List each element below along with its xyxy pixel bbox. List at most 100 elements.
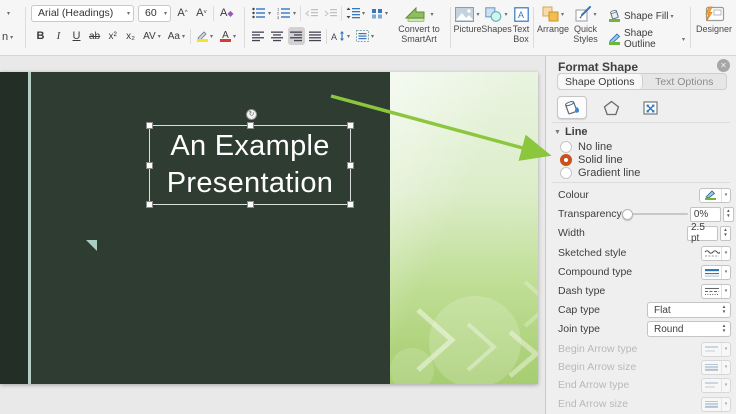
sketched-style-dropdown[interactable]: ▾ xyxy=(701,245,731,261)
font-size-select[interactable]: 60 ▾ xyxy=(138,4,171,22)
join-type-row: Join type Round ▲ ▼ xyxy=(558,321,731,337)
resize-handle-s[interactable] xyxy=(247,201,254,208)
transparency-slider[interactable] xyxy=(621,208,688,220)
increase-indent-button[interactable] xyxy=(322,4,339,22)
designer-button[interactable]: Designer xyxy=(694,0,734,55)
dash-type-row: Dash type ▾ xyxy=(558,283,731,299)
subscript-button[interactable]: x₂ xyxy=(123,27,138,45)
rotation-handle[interactable]: ↻ xyxy=(246,109,257,120)
picture-button[interactable]: ▾ Picture xyxy=(454,0,482,55)
title-text-box[interactable]: An Example Presentation ↻ xyxy=(146,109,354,208)
text-box-label: Text Box xyxy=(512,24,530,45)
radio-solid-line[interactable]: Solid line xyxy=(560,153,623,166)
text-direction-button[interactable]: A ▾ xyxy=(329,27,352,45)
transparency-row: Transparency 0% ▲ ▼ xyxy=(558,206,734,222)
colour-picker-button[interactable]: ▾ xyxy=(699,187,731,203)
bold-button[interactable]: B xyxy=(33,27,48,45)
cap-type-select[interactable]: Flat ▲ ▼ xyxy=(647,302,731,318)
resize-handle-ne[interactable] xyxy=(347,122,354,129)
join-type-select[interactable]: Round ▲ ▼ xyxy=(647,321,731,337)
tab-text-options[interactable]: Text Options xyxy=(643,74,727,89)
align-left-icon xyxy=(252,31,264,41)
end-arrow-type-dropdown[interactable]: ▾ xyxy=(701,377,731,393)
align-right-button[interactable] xyxy=(288,27,305,45)
line-section-header[interactable]: ▼ Line xyxy=(554,126,588,138)
size-properties-tab-button[interactable] xyxy=(635,96,665,119)
join-type-label: Join type xyxy=(558,323,601,335)
font-name-select[interactable]: Arial (Headings) ▾ xyxy=(31,4,134,22)
italic-button[interactable]: I xyxy=(51,27,66,45)
strikethrough-button[interactable]: ab xyxy=(87,27,102,45)
line-spacing-button[interactable]: ▾ xyxy=(344,4,367,22)
radio-selected-icon xyxy=(560,153,572,166)
transparency-stepper[interactable]: ▲ ▼ xyxy=(722,206,734,222)
align-left-button[interactable] xyxy=(250,27,267,45)
radio-gradient-line[interactable]: Gradient line xyxy=(560,166,640,179)
size-arrows-icon xyxy=(642,100,658,115)
designer-icon xyxy=(705,6,725,21)
align-text-button[interactable]: ▾ xyxy=(354,27,376,45)
columns-button[interactable]: ▾ xyxy=(369,4,390,22)
decrease-indent-button[interactable] xyxy=(303,4,320,22)
smartart-icon xyxy=(405,6,425,22)
fill-line-tab-button[interactable] xyxy=(557,96,587,119)
width-stepper[interactable]: ▲ ▼ xyxy=(720,225,731,241)
change-case-button[interactable]: Aa ▾ xyxy=(166,27,187,45)
resize-handle-se[interactable] xyxy=(347,201,354,208)
dash-type-dropdown[interactable]: ▾ xyxy=(701,283,731,299)
tab-shape-options[interactable]: Shape Options xyxy=(558,74,643,89)
shape-fill-button[interactable]: Shape Fill ▾ xyxy=(606,7,687,25)
underline-button[interactable]: U xyxy=(69,27,84,45)
grow-font-button[interactable]: A ^ xyxy=(175,4,190,22)
align-center-button[interactable] xyxy=(269,27,286,45)
compound-type-dropdown[interactable]: ▾ xyxy=(701,264,731,280)
close-icon[interactable]: ✕ xyxy=(717,59,730,72)
effects-tab-button[interactable] xyxy=(596,96,626,119)
begin-arrow-size-row: Begin Arrow size ▾ xyxy=(558,359,731,375)
width-input[interactable]: 2.5 pt xyxy=(687,222,718,244)
quick-styles-button[interactable]: ▾ Quick Styles xyxy=(569,0,602,55)
svg-text:A: A xyxy=(518,10,524,20)
radio-circle-icon xyxy=(560,140,572,153)
convert-smartart-button[interactable]: ▾ Convert to SmartArt xyxy=(390,0,448,55)
end-arrow-size-dropdown[interactable]: ▾ xyxy=(701,396,731,412)
superscript-button[interactable]: x² xyxy=(105,27,120,45)
paint-bucket-icon xyxy=(564,100,579,114)
resize-handle-n[interactable] xyxy=(247,122,254,129)
slide-title-text[interactable]: An Example Presentation xyxy=(150,126,350,204)
resize-handle-nw[interactable] xyxy=(146,122,153,129)
slide-canvas[interactable]: An Example Presentation ↻ xyxy=(0,56,545,414)
clipped-button-top[interactable]: ▾ xyxy=(0,4,15,22)
clear-formatting-button[interactable]: A ◆ xyxy=(218,4,236,22)
bullets-icon xyxy=(252,7,265,19)
text-box-button[interactable]: A Text Box xyxy=(512,0,530,55)
begin-arrow-type-dropdown[interactable]: ▾ xyxy=(701,341,731,357)
shrink-font-button[interactable]: A ˅ xyxy=(194,4,209,22)
begin-arrow-type-label: Begin Arrow type xyxy=(558,343,638,355)
shape-outline-button[interactable]: Shape Outline ▾ xyxy=(606,28,687,50)
shapes-button[interactable]: ▾ Shapes xyxy=(481,0,512,55)
bullets-button[interactable]: ▾ xyxy=(250,4,273,22)
arrange-button[interactable]: ▾ Arrange xyxy=(537,0,569,55)
clipped-button-bottom[interactable]: n ▾ xyxy=(0,28,15,46)
slide[interactable]: An Example Presentation ↻ xyxy=(0,72,538,384)
colour-pen-icon xyxy=(700,190,721,201)
resize-handle-sw[interactable] xyxy=(146,201,153,208)
numbering-button[interactable]: 1 2 3 ▾ xyxy=(275,4,298,22)
font-group: Arial (Headings) ▾ 60 ▾ A ^ A ˅ A ◆ B I U ab … xyxy=(31,0,243,55)
slider-thumb[interactable] xyxy=(621,208,633,220)
resize-handle-w[interactable] xyxy=(146,162,153,169)
font-color-button[interactable]: A ▾ xyxy=(218,27,238,45)
radio-no-line[interactable]: No line xyxy=(560,140,612,153)
resize-handle-e[interactable] xyxy=(347,162,354,169)
decrease-indent-icon xyxy=(305,8,319,16)
begin-arrow-size-dropdown[interactable]: ▾ xyxy=(701,359,731,375)
character-spacing-button[interactable]: AV ▾ xyxy=(141,27,163,45)
dash-lines-icon xyxy=(704,287,719,295)
designer-label: Designer xyxy=(695,24,733,34)
justify-button[interactable] xyxy=(307,27,324,45)
text-highlight-button[interactable]: ▾ xyxy=(194,27,215,45)
arrange-label: Arrange xyxy=(537,24,570,34)
transparency-input[interactable]: 0% xyxy=(689,206,721,222)
arrange-icon xyxy=(542,6,559,22)
